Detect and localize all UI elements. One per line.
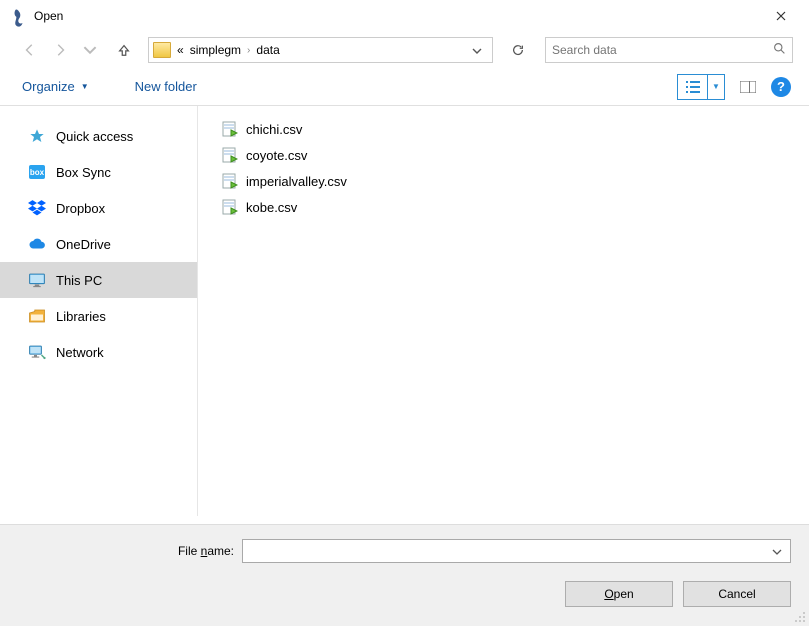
filename-input[interactable] — [247, 544, 768, 558]
up-button[interactable] — [112, 38, 136, 62]
close-button[interactable] — [761, 2, 801, 30]
file-name: imperialvalley.csv — [246, 174, 347, 189]
sidebar-item-libraries[interactable]: Libraries — [0, 298, 197, 334]
file-name: kobe.csv — [246, 200, 297, 215]
help-button[interactable]: ? — [771, 77, 791, 97]
breadcrumb-prefix: « — [177, 43, 184, 57]
open-button[interactable]: Open — [565, 581, 673, 607]
file-item[interactable]: coyote.csv — [222, 142, 809, 168]
resize-grip[interactable] — [794, 611, 806, 623]
star-icon — [28, 128, 46, 144]
csv-file-icon — [222, 173, 238, 189]
cancel-button[interactable]: Cancel — [683, 581, 791, 607]
file-item[interactable]: kobe.csv — [222, 194, 809, 220]
sidebar-item-label: Dropbox — [56, 201, 105, 216]
forward-button[interactable] — [48, 38, 72, 62]
toolbar: Organize ▼ New folder ▼ ? — [0, 68, 809, 106]
csv-file-icon — [222, 147, 238, 163]
search-icon — [773, 42, 786, 58]
breadcrumb-item[interactable]: simplegm — [190, 43, 241, 57]
preview-pane-button[interactable] — [733, 74, 763, 100]
file-item[interactable]: chichi.csv — [222, 116, 809, 142]
breadcrumb-dropdown[interactable] — [466, 43, 488, 57]
csv-file-icon — [222, 121, 238, 137]
breadcrumb-item[interactable]: data — [256, 43, 279, 57]
folder-icon — [153, 42, 171, 58]
csv-file-icon — [222, 199, 238, 215]
recent-locations-dropdown[interactable] — [78, 38, 102, 62]
sidebar-item-box-sync[interactable]: box Box Sync — [0, 154, 197, 190]
sidebar-item-this-pc[interactable]: This PC — [0, 262, 197, 298]
sidebar-item-label: Quick access — [56, 129, 133, 144]
breadcrumb[interactable]: « simplegm › data — [148, 37, 493, 63]
sidebar-item-network[interactable]: Network — [0, 334, 197, 370]
app-icon — [12, 9, 26, 23]
organize-button[interactable]: Organize ▼ — [22, 79, 89, 94]
nav-row: « simplegm › data — [0, 32, 809, 68]
sidebar-item-dropbox[interactable]: Dropbox — [0, 190, 197, 226]
window-title: Open — [34, 9, 761, 23]
filename-label: File name: — [18, 544, 234, 558]
titlebar: Open — [0, 0, 809, 32]
filename-combobox[interactable] — [242, 539, 791, 563]
view-mode-dropdown[interactable]: ▼ — [708, 75, 724, 99]
sidebar: Quick access box Box Sync Dropbox OneDrive Th… — [0, 106, 198, 516]
filename-dropdown[interactable] — [768, 544, 786, 558]
sidebar-item-label: Libraries — [56, 309, 106, 324]
box-icon: box — [28, 164, 46, 180]
file-item[interactable]: imperialvalley.csv — [222, 168, 809, 194]
monitor-icon — [28, 272, 46, 288]
network-icon — [28, 344, 46, 360]
chevron-down-icon: ▼ — [81, 82, 89, 91]
sidebar-item-label: This PC — [56, 273, 102, 288]
sidebar-item-onedrive[interactable]: OneDrive — [0, 226, 197, 262]
sidebar-item-quick-access[interactable]: Quick access — [0, 118, 197, 154]
file-name: coyote.csv — [246, 148, 307, 163]
bottom-panel: File name: Open Cancel — [0, 524, 809, 626]
search-input[interactable] — [552, 43, 773, 57]
file-name: chichi.csv — [246, 122, 302, 137]
search-box[interactable] — [545, 37, 793, 63]
view-list-icon — [678, 75, 708, 99]
dropbox-icon — [28, 200, 46, 216]
new-folder-button[interactable]: New folder — [135, 79, 197, 94]
file-list[interactable]: chichi.csv coyote.csv imperialvalley.csv ko… — [198, 106, 809, 516]
sidebar-item-label: Box Sync — [56, 165, 111, 180]
organize-label: Organize — [22, 79, 75, 94]
cloud-icon — [28, 236, 46, 252]
sidebar-item-label: Network — [56, 345, 104, 360]
sidebar-item-label: OneDrive — [56, 237, 111, 252]
body: Quick access box Box Sync Dropbox OneDrive Th… — [0, 106, 809, 516]
back-button[interactable] — [18, 38, 42, 62]
refresh-button[interactable] — [505, 37, 531, 63]
chevron-right-icon: › — [247, 45, 250, 56]
library-icon — [28, 308, 46, 324]
view-mode-button[interactable]: ▼ — [677, 74, 725, 100]
